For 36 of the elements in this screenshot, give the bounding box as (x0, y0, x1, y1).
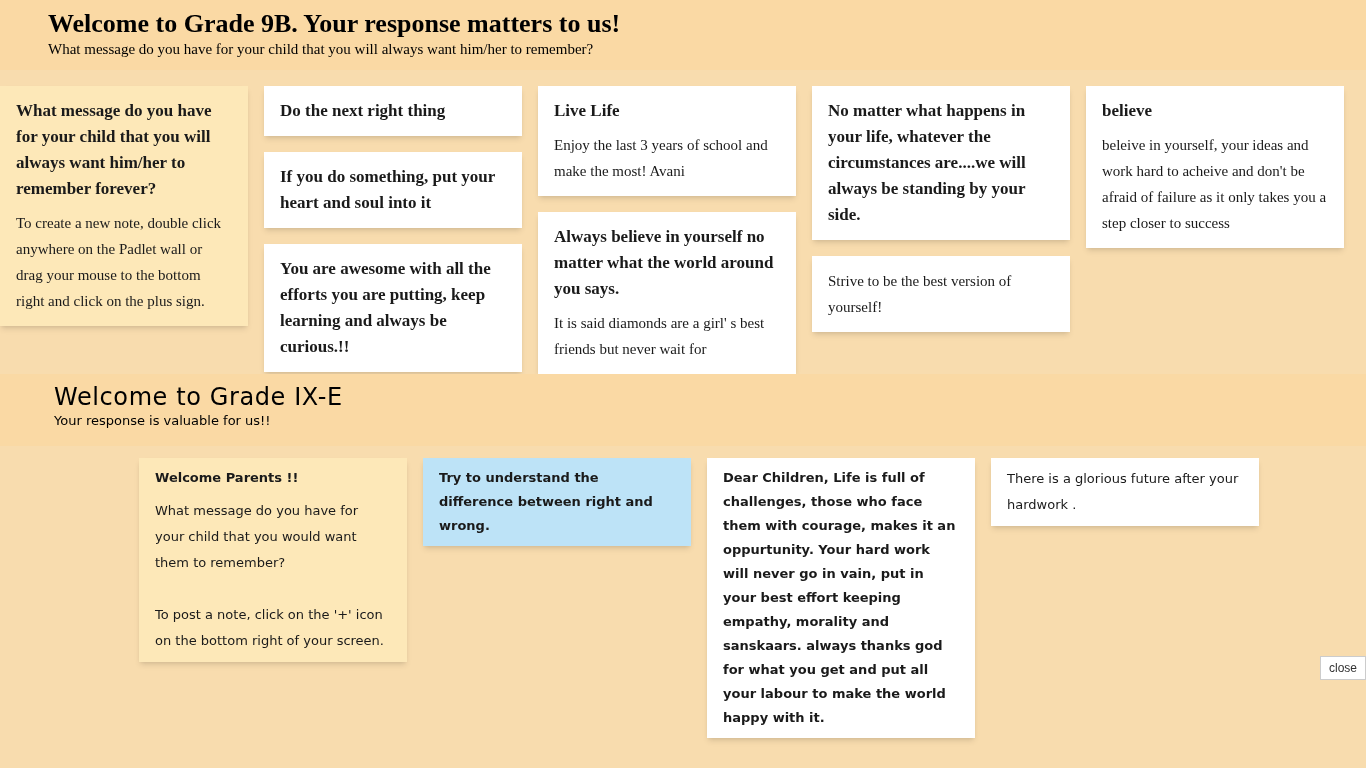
note-title: Welcome Parents !! (155, 469, 300, 487)
note-title: Do the next right thing (280, 100, 447, 122)
note-card[interactable]: Live Life Enjoy the last 3 years of school and make the most! Avani (538, 86, 796, 196)
note-title: Dear Children, Life is full of challenges, those who face them with courage, makes it an oppurtunity. Your hard work will never go in vain, put in your best effort keeping empathy, morality and sanskaars. always thanks god for what you get and put all your labour to make the world happy with it. (723, 469, 957, 727)
note-title: You are awesome with all the efforts you are putting, keep learning and always be curious.!! (280, 258, 492, 358)
note-card[interactable]: No matter what happens in your life, whatever the circumstances are....we will always be standing by your side. (812, 86, 1070, 240)
wall-title: Welcome to Grade 9B. Your response matters to us! (48, 8, 622, 40)
note-card[interactable]: Strive to be the best version of yourself! (812, 256, 1070, 332)
wall-subtitle: What message do you have for your child that you will always want him/her to remember? (48, 40, 595, 58)
note-title: Live Life (554, 100, 621, 122)
note-card[interactable]: Welcome Parents !! What message do you have for your child that you would want them to remember? To post a note, click on the '+' icon on the bottom right of your screen. (139, 458, 407, 662)
close-button[interactable]: close (1320, 656, 1366, 680)
note-card[interactable]: Try to understand the difference between right and wrong. (423, 458, 691, 546)
note-body: It is said diamonds are a girl' s best friends but never wait for (554, 314, 766, 359)
wall-subtitle: Your response is valuable for us!! (54, 412, 272, 430)
note-body: Enjoy the last 3 years of school and make the most! Avani (554, 136, 769, 181)
note-body: beleive in yourself, your ideas and work hard to acheive and don't be afraid of failure as it only takes you a step closer to success (1102, 136, 1328, 233)
note-title: What message do you have for your child that you will always want him/her to remember forever? (16, 100, 213, 200)
note-title: If you do something, put your heart and soul into it (280, 166, 497, 214)
note-card[interactable]: Do the next right thing (264, 86, 522, 136)
note-card[interactable]: believe beleive in yourself, your ideas and work hard to acheive and don't be afraid of failure as it only takes you a step closer to success (1086, 86, 1344, 248)
wall-title: Welcome to Grade IX-E (54, 382, 344, 412)
note-body: There is a glorious future after your hardwork . (1007, 470, 1240, 514)
note-card[interactable] (707, 458, 975, 738)
note-card[interactable]: Always believe in yourself no matter what the world around you says. It is said diamonds are a girl' s best friends but never wait for (538, 212, 796, 374)
note-title: believe (1102, 100, 1154, 122)
note-card[interactable]: There is a glorious future after your hardwork . (991, 458, 1259, 526)
note-title: No matter what happens in your life, whatever the circumstances are....we will always be standing by your side. (828, 100, 1027, 226)
note-body: To create a new note, double click anywhere on the Padlet wall or drag your mouse to the bottom right and click on the plus sign. (16, 214, 223, 311)
note-body: Strive to be the best version of yourself! (828, 272, 1013, 317)
note-title: Always believe in yourself no matter what the world around you says. (554, 226, 775, 300)
note-body: What message do you have for your child that you would want them to remember? To post a note, click on the '+' icon on the bottom right of your screen. (155, 502, 385, 650)
note-card[interactable]: You are awesome with all the efforts you are putting, keep learning and always be curious.!! (264, 244, 522, 372)
note-card[interactable]: If you do something, put your heart and soul into it (264, 152, 522, 228)
note-title: Try to understand the difference between right and wrong. (439, 469, 654, 535)
note-card[interactable] (0, 86, 248, 326)
